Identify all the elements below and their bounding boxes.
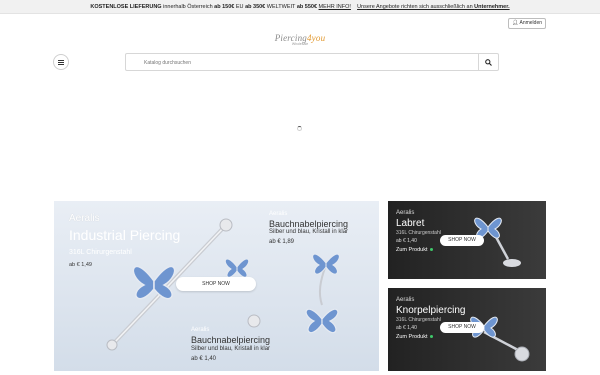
banner-price-3: ab € 1,40 [191, 356, 217, 362]
shipping-threshold-world: ab 550€ [296, 4, 318, 10]
logo-text-accent: 4you [306, 33, 326, 43]
search-button[interactable] [478, 53, 498, 71]
promo-banner-labret[interactable]: Aeralis Labret 316L Chirurgenstahl ab € … [388, 201, 546, 279]
banner-subtitle-3: Silber und blau, Kristall in klar [191, 346, 271, 352]
banner-brand: Aeralis [69, 213, 100, 224]
search-bar [125, 53, 499, 71]
free-shipping-label: KOSTENLOSE LIEFERUNG [90, 4, 162, 10]
banner-subtitle: 316L Chirurgenstahl [69, 249, 132, 256]
shop-now-button[interactable]: SHOP NOW [440, 235, 484, 246]
shop-now-button[interactable]: SHOP NOW [176, 277, 256, 291]
shipping-text-world: WELTWEIT [265, 4, 297, 10]
banner-brand: Aeralis [396, 297, 415, 303]
product-link[interactable]: Zum Produkt [396, 334, 434, 340]
shipping-text-at: innerhalb Österreich [161, 4, 215, 10]
shipping-threshold-at: ab 150€ [214, 4, 235, 10]
more-info-link[interactable]: MEHR INFO! [319, 4, 351, 10]
banner-brand-2: Aeralis [269, 211, 288, 217]
search-icon [485, 58, 492, 66]
banner-subtitle-2: Silber und blau, Kristall in klar [269, 229, 349, 235]
loading-spinner-icon [297, 126, 302, 131]
banner-title: Industrial Piercing [69, 227, 181, 243]
banner-subtitle: 316L Chirurgenstahl [396, 317, 441, 323]
user-icon: 👤︎ [512, 20, 519, 26]
business-note[interactable]: Unsere Angebote richten sich ausschließl… [357, 4, 510, 10]
menu-button[interactable] [53, 54, 69, 70]
promo-banner-industrial[interactable]: Aeralis Industrial Piercing 316L Chirurg… [54, 201, 379, 371]
business-note-text: Unsere Angebote richten sich ausschließl… [357, 4, 475, 10]
status-dot-icon [430, 248, 434, 252]
banner-brand: Aeralis [396, 210, 415, 216]
banner-price: ab € 1,40 [396, 325, 417, 331]
search-input[interactable] [144, 57, 474, 68]
banner-title-2: Bauchnabelpiercing [269, 219, 349, 229]
logo-tagline: Wholesale [291, 42, 309, 46]
banner-price: ab € 1,40 [396, 238, 417, 244]
banner-title: Labret [396, 218, 425, 229]
site-logo[interactable]: Piercing4you Wholesale [262, 33, 338, 49]
banner-price: ab € 1,49 [69, 262, 92, 268]
banner-subtitle: 316L Chirurgenstahl [396, 230, 441, 236]
login-button[interactable]: 👤︎ Anmelden [508, 18, 546, 29]
product-link-label: Zum Produkt [396, 334, 428, 340]
menu-icon [58, 59, 64, 65]
product-link-label: Zum Produkt [396, 247, 428, 253]
banner-brand-3: Aeralis [191, 327, 210, 333]
shipping-info-bar: KOSTENLOSE LIEFERUNG innerhalb Österreic… [0, 0, 600, 14]
status-dot-icon [430, 335, 434, 339]
banner-title-3: Bauchnabelpiercing [191, 335, 271, 345]
banner-price-2: ab € 1,89 [269, 239, 295, 245]
login-label: Anmelden [519, 20, 542, 26]
shop-now-button[interactable]: SHOP NOW [440, 322, 484, 333]
banner-title: Knorpelpiercing [396, 305, 466, 316]
shipping-threshold-eu: ab 350€ [245, 4, 266, 10]
shipping-text-eu: EU [234, 4, 246, 10]
promo-banner-knorpel[interactable]: Aeralis Knorpelpiercing 316L Chirurgenst… [388, 288, 546, 371]
product-link[interactable]: Zum Produkt [396, 247, 434, 253]
business-note-bold: Unternehmer. [474, 4, 510, 10]
